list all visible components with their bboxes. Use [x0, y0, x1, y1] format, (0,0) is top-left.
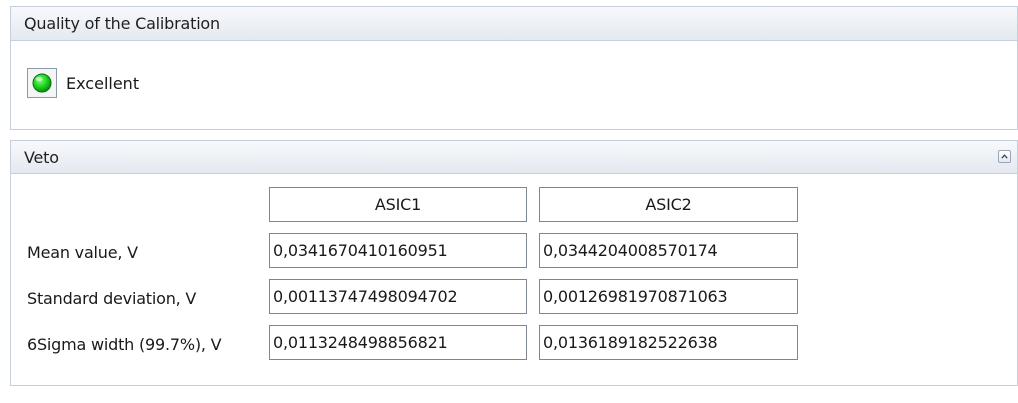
quality-status-label: Excellent — [66, 73, 140, 93]
mean-value-asic2-field[interactable]: 0,0344204008570174 — [539, 233, 798, 268]
6sigma-width-asic2-field[interactable]: 0,0136189182522638 — [539, 325, 798, 360]
green-status-led-icon — [27, 68, 57, 98]
veto-panel-header: Veto — [11, 141, 1017, 174]
6sigma-width-asic1-field[interactable]: 0,0113248498856821 — [269, 325, 527, 360]
veto-collapse-button[interactable] — [998, 150, 1011, 163]
calibration-page: Quality of the Calibration Excellent Vet… — [0, 0, 1018, 403]
quality-panel-title: Quality of the Calibration — [24, 14, 220, 33]
chevron-up-icon — [1001, 154, 1008, 159]
row-label-6sigma-width: 6Sigma width (99.7%), V — [27, 335, 222, 354]
mean-value-asic1-field[interactable]: 0,0341670410160951 — [269, 233, 527, 268]
column-header-asic2: ASIC2 — [539, 187, 798, 222]
row-label-mean-value: Mean value, V — [27, 243, 138, 262]
column-header-asic1: ASIC1 — [269, 187, 527, 222]
veto-panel: Veto ASIC1 ASIC2 Mean value, V 0,0341670… — [10, 140, 1018, 386]
veto-panel-title: Veto — [24, 147, 59, 167]
quality-panel-header: Quality of the Calibration — [11, 7, 1017, 41]
standard-deviation-asic2-field[interactable]: 0,00126981970871063 — [539, 279, 798, 314]
row-label-standard-deviation: Standard deviation, V — [27, 289, 197, 308]
quality-status: Excellent — [27, 68, 139, 98]
quality-panel: Quality of the Calibration Excellent — [10, 6, 1018, 130]
standard-deviation-asic1-field[interactable]: 0,00113747498094702 — [269, 279, 527, 314]
